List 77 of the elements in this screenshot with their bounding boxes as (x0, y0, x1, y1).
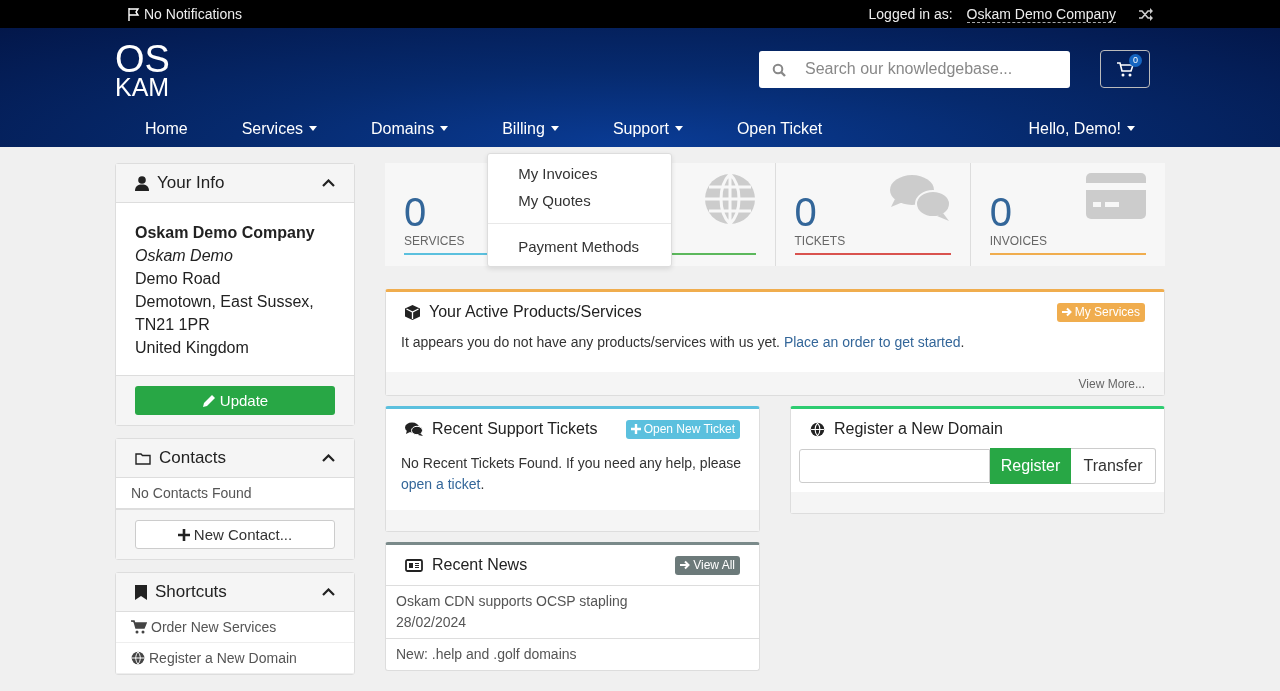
shortcut-link[interactable]: Order New Services (116, 612, 354, 643)
nav-link[interactable]: Billing (475, 119, 586, 138)
plus-icon (630, 424, 641, 434)
user-icon (135, 175, 149, 191)
nav-link[interactable]: Support (585, 119, 710, 138)
caret-icon (1127, 126, 1135, 131)
stat-count: 0 (989, 192, 1012, 232)
period: . (960, 334, 965, 350)
panel-title: Your Info (157, 173, 226, 193)
shuffle-icon[interactable] (1138, 7, 1153, 21)
chevron-up-icon[interactable] (322, 588, 335, 596)
search-field[interactable]: Search our knowledgebase... (759, 50, 1070, 88)
pencil-icon (201, 393, 216, 408)
logo[interactable]: OS KAM (115, 41, 170, 99)
cube-icon (405, 304, 420, 320)
news-item[interactable]: New: .help and .golf domains (386, 638, 759, 670)
cart-count-badge: 0 (1129, 54, 1142, 67)
news-title: New: .help and .golf domains (396, 645, 578, 664)
bookmark-icon (135, 584, 147, 600)
user-menu[interactable]: Hello, Demo! (1001, 119, 1162, 138)
menu-item[interactable]: Payment Methods (488, 232, 672, 260)
view-more-link[interactable]: View More... (1078, 376, 1145, 391)
stat-label: SERVICES (404, 234, 465, 248)
address-line: TN21 1PR (135, 315, 211, 335)
speech-bubbles-icon (405, 422, 423, 436)
contact-name: Oskam Demo (135, 246, 234, 266)
panel-title: Recent Support Tickets (432, 420, 599, 438)
arrow-right-icon (1061, 307, 1072, 317)
folder-icon (135, 451, 151, 465)
stat-count: 0 (794, 192, 817, 232)
cart-button[interactable]: 0 (1100, 50, 1150, 88)
chevron-up-icon[interactable] (322, 179, 335, 187)
transfer-button[interactable]: Transfer (1071, 448, 1156, 484)
nav-link[interactable]: Open Ticket (709, 119, 850, 138)
chevron-up-icon[interactable] (322, 454, 335, 462)
stat-label: TICKETS (794, 234, 846, 248)
nav-link[interactable]: Home (118, 119, 215, 138)
menu-item[interactable]: My Quotes (488, 186, 672, 214)
stat-label: INVOICES (989, 234, 1048, 248)
speech-bubbles-icon (888, 173, 951, 223)
view-all-button[interactable]: View All (675, 555, 740, 575)
plus-icon (177, 528, 190, 541)
globe-icon (131, 651, 145, 665)
credit-card-icon (1086, 173, 1146, 219)
newspaper-icon (405, 558, 423, 572)
cart-icon (1116, 61, 1134, 77)
logged-in-label: Logged in as: (868, 6, 953, 22)
period: . (480, 476, 485, 492)
panel-title: Your Active Products/Services (429, 303, 643, 321)
flag-icon (127, 7, 141, 21)
address-line: Demo Road (135, 269, 222, 289)
new-contact-button[interactable]: New Contact... (135, 520, 335, 549)
panel-title: Shortcuts (155, 582, 228, 602)
address-line: United Kingdom (135, 338, 250, 358)
panel-title: Register a New Domain (834, 420, 1004, 438)
address-line: Demotown, East Sussex, (135, 292, 315, 312)
panel-title: Recent News (432, 556, 529, 574)
stat-count: 0 (404, 192, 427, 232)
company-name: Oskam Demo Company (135, 223, 316, 243)
news-date: 28/02/2024 (396, 613, 468, 632)
cart-icon (131, 620, 147, 634)
arrow-right-icon (680, 560, 691, 570)
order-link[interactable]: Place an order to get started (783, 334, 961, 350)
news-title: Oskam CDN supports OCSP stapling (396, 592, 629, 611)
shortcut-link[interactable]: Register a New Domain (116, 643, 354, 674)
globe-icon (703, 173, 756, 225)
nav-link[interactable]: Services (214, 119, 345, 138)
panel-title: Contacts (159, 448, 228, 468)
tickets-message: No Recent Tickets Found. If you need any help, please open a ticket. (400, 454, 743, 494)
nav-link[interactable]: Domains (344, 119, 476, 138)
products-message: It appears you do not have any products/services with us yet. Place an order to get started. (400, 333, 966, 352)
news-item[interactable]: Oskam CDN supports OCSP stapling 28/02/2024 (386, 585, 759, 638)
notifications-link[interactable]: No Notifications (144, 6, 243, 22)
domain-input[interactable] (799, 449, 990, 483)
menu-item[interactable]: My Invoices (488, 159, 672, 187)
account-link[interactable]: Oskam Demo Company (966, 5, 1116, 23)
globe-icon (810, 421, 825, 437)
